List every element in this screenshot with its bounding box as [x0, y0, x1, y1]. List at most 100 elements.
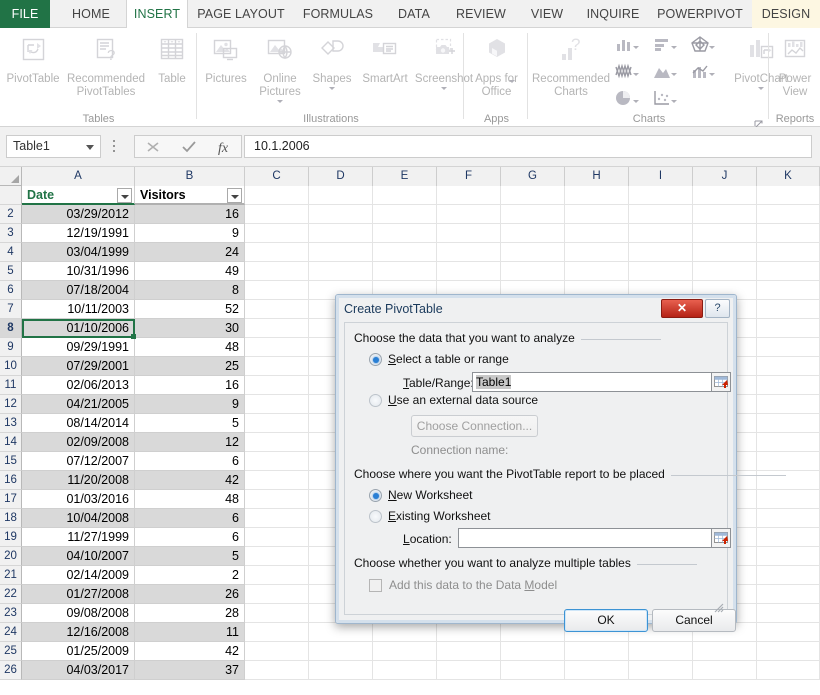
dialog-resize-grip[interactable]	[713, 600, 724, 613]
radio-existing-worksheet[interactable]	[369, 510, 382, 523]
tab-home[interactable]: HOME	[60, 0, 122, 28]
cell-visitors[interactable]: 42	[135, 642, 245, 661]
tab-insert[interactable]: INSERT	[126, 0, 188, 29]
row-header-15[interactable]: 15	[0, 452, 22, 471]
grid-cell-empty[interactable]	[693, 661, 757, 680]
apps-for-office-chevron-down-icon[interactable]	[509, 80, 515, 83]
grid-cell-empty[interactable]	[373, 623, 437, 642]
grid-cell-empty[interactable]	[245, 433, 309, 452]
cell-visitors[interactable]: 42	[135, 471, 245, 490]
formula-input[interactable]: 10.1.2006	[244, 135, 812, 158]
grid-cell-empty[interactable]	[693, 205, 757, 224]
cell-visitors[interactable]: 37	[135, 661, 245, 680]
column-chart-button[interactable]	[615, 36, 649, 56]
pivottable-button[interactable]: PivotTable	[2, 32, 64, 86]
grid-cell-empty[interactable]	[245, 566, 309, 585]
insert-function-button[interactable]: fx	[207, 136, 243, 157]
row-header-5[interactable]: 5	[0, 262, 22, 281]
column-header-A[interactable]: A	[22, 167, 135, 186]
cell-visitors[interactable]: 6	[135, 509, 245, 528]
column-header-E[interactable]: E	[373, 167, 437, 186]
recommended-pivottables-button[interactable]: ? Recommended PivotTables	[66, 32, 146, 99]
table-range-input[interactable]: Table1	[472, 372, 712, 392]
grid-cell-empty[interactable]	[245, 357, 309, 376]
help-icon[interactable]: ?	[705, 299, 730, 318]
shapes-button[interactable]: Shapes	[308, 32, 356, 90]
cell-visitors[interactable]: 30	[135, 319, 245, 338]
cell-date[interactable]: 07/18/2004	[22, 281, 135, 300]
grid-cell-empty[interactable]	[245, 281, 309, 300]
cell-visitors[interactable]: 11	[135, 623, 245, 642]
tab-design[interactable]: DESIGN	[752, 0, 820, 28]
grid-cell-empty[interactable]	[245, 338, 309, 357]
location-picker-button[interactable]	[711, 528, 731, 548]
radio-existing-worksheet-label[interactable]: Existing Worksheet	[388, 509, 491, 523]
grid-cell-empty[interactable]	[245, 319, 309, 338]
tab-review[interactable]: REVIEW	[446, 0, 516, 28]
radio-new-worksheet[interactable]	[369, 489, 382, 502]
grid-cell-empty[interactable]	[565, 224, 629, 243]
row-header-8[interactable]: 8	[0, 319, 22, 338]
grid-cell-empty[interactable]	[629, 243, 693, 262]
grid-cell-empty[interactable]	[565, 243, 629, 262]
grid-cell-empty[interactable]	[437, 262, 501, 281]
tab-page-layout[interactable]: PAGE LAYOUT	[192, 0, 290, 28]
cell-visitors[interactable]: 24	[135, 243, 245, 262]
column-header-I[interactable]: I	[629, 167, 693, 186]
grid-cell-empty[interactable]	[437, 661, 501, 680]
grid-cell-empty[interactable]	[565, 205, 629, 224]
grid-cell-empty[interactable]	[757, 186, 820, 205]
row-header-1[interactable]	[0, 186, 22, 205]
grid-cell-empty[interactable]	[309, 186, 373, 205]
cell-date[interactable]: 09/08/2008	[22, 604, 135, 623]
grid-cell-empty[interactable]	[757, 262, 820, 281]
grid-cell-empty[interactable]	[437, 642, 501, 661]
row-header-22[interactable]: 22	[0, 585, 22, 604]
checkbox-add-to-data-model[interactable]	[369, 579, 382, 592]
row-header-26[interactable]: 26	[0, 661, 22, 680]
cell-visitors[interactable]: 6	[135, 452, 245, 471]
screenshot-chevron-down-icon[interactable]	[441, 87, 447, 90]
grid-cell-empty[interactable]	[693, 186, 757, 205]
name-box-chevron-down-icon[interactable]	[86, 145, 94, 150]
grid-cell-empty[interactable]	[629, 224, 693, 243]
radio-external-data-source[interactable]	[369, 394, 382, 407]
grid-cell-empty[interactable]	[757, 490, 820, 509]
grid-cell-empty[interactable]	[245, 205, 309, 224]
row-header-18[interactable]: 18	[0, 509, 22, 528]
enter-formula-button[interactable]	[171, 136, 207, 157]
cell-date[interactable]: 04/21/2005	[22, 395, 135, 414]
grid-cell-empty[interactable]	[757, 205, 820, 224]
cell-visitors[interactable]: 48	[135, 338, 245, 357]
grid-cell-empty[interactable]	[757, 338, 820, 357]
grid-cell-empty[interactable]	[757, 319, 820, 338]
column-header-B[interactable]: B	[135, 167, 245, 186]
cancel-formula-button[interactable]	[135, 136, 171, 157]
cell-visitors[interactable]: 2	[135, 566, 245, 585]
online-pictures-chevron-down-icon[interactable]	[277, 100, 283, 103]
cell-date[interactable]: 02/09/2008	[22, 433, 135, 452]
grid-cell-empty[interactable]	[245, 262, 309, 281]
pie-chart-chevron-down-icon[interactable]	[633, 100, 639, 104]
grid-cell-empty[interactable]	[501, 224, 565, 243]
bar-chart-chevron-down-icon[interactable]	[671, 46, 677, 50]
grid-cell-empty[interactable]	[245, 376, 309, 395]
grid-cell-empty[interactable]	[565, 262, 629, 281]
name-box[interactable]: Table1	[6, 135, 101, 158]
grid-cell-empty[interactable]	[309, 224, 373, 243]
row-header-19[interactable]: 19	[0, 528, 22, 547]
grid-cell-empty[interactable]	[245, 642, 309, 661]
grid-cell-empty[interactable]	[245, 243, 309, 262]
charts-dialog-launcher[interactable]	[754, 116, 763, 129]
pictures-button[interactable]: Pictures	[200, 32, 252, 86]
grid-cell-empty[interactable]	[757, 661, 820, 680]
pie-chart-button[interactable]	[615, 90, 649, 110]
bar-chart-button[interactable]	[653, 36, 687, 56]
grid-cell-empty[interactable]	[437, 623, 501, 642]
area-chart-button[interactable]	[653, 63, 687, 83]
column-header-F[interactable]: F	[437, 167, 501, 186]
cell-date[interactable]: 07/29/2001	[22, 357, 135, 376]
smartart-button[interactable]: SmartArt	[358, 32, 412, 86]
grid-cell-empty[interactable]	[757, 281, 820, 300]
table-button[interactable]: Table	[150, 32, 194, 86]
